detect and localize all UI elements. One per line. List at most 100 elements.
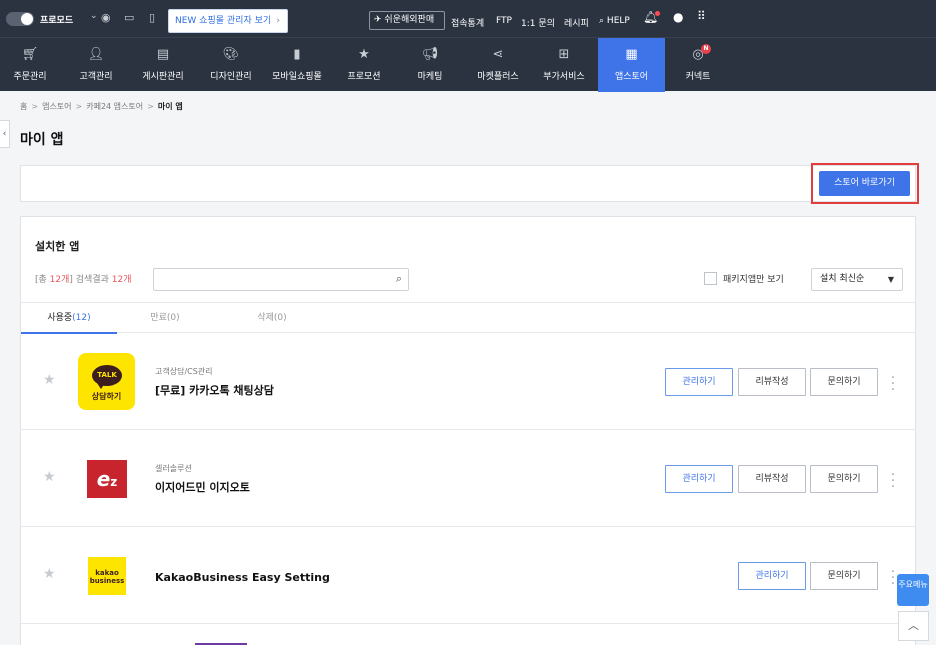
write-review-button[interactable]: 리뷰작성 [738,368,806,396]
share-icon: ⋖ [492,47,504,62]
app-name[interactable]: 이지어드민 이지오토 [155,479,250,495]
tab-count: (12) [72,313,91,323]
top-bar: 프로모드 ⌄ ◉ ▭ ▯ NEW 쇼핑몰 관리자 보기 › ✈ 쉬운해외판매 접… [0,0,936,37]
manage-button[interactable]: 관리하기 [665,368,733,396]
more-options-icon[interactable]: · · · [889,372,897,397]
sidebar-collapse-button[interactable]: ‹ [0,120,10,148]
link-stats[interactable]: 접속통계 [451,16,484,29]
tab-expired[interactable]: 만료(0) [117,303,213,334]
breadcrumb: 홈 > 앱스토어 > 카페24 앱스토어 > 마이 앱 [20,101,183,112]
megaphone-icon: 📢︎ [421,47,439,62]
package-only-checkbox[interactable] [704,272,717,285]
overseas-sales-label: 쉬운해외판매 [384,15,435,25]
nav-label: 모바일쇼핑몰 [272,72,322,82]
nav-item-board[interactable]: ▤ 게시판관리 [133,38,193,92]
desktop-icon[interactable]: ▭ [124,11,134,24]
manage-button[interactable]: 관리하기 [738,562,806,590]
mobile-icon[interactable]: ▯ [149,11,155,24]
sort-selected-value: 설치 최신순 [820,274,865,284]
apps-grid-icon: ▦ [625,47,638,62]
nav-label: 디자인관리 [210,72,252,82]
page-title: 마이 앱 [20,132,64,148]
nav-item-orders[interactable]: 🛒︎ 주문관리 [0,38,60,92]
more-options-icon[interactable]: · · · [889,469,897,494]
more-options-icon[interactable]: · · · [889,566,897,591]
nav-label: 주문관리 [13,72,47,82]
mode-label: 프로모드 [40,16,74,26]
logo-word: kakao [95,569,119,577]
sort-select[interactable]: 설치 최신순 ▼ [811,268,903,291]
star-icon[interactable]: ★ [43,566,56,582]
app-category: 고객상담/CS관리 [155,367,213,376]
breadcrumb-home[interactable]: 홈 [20,102,27,111]
chevron-right-icon: › [276,16,280,26]
nav-label: 커넥트 [685,72,711,82]
tab-label: 삭제 [257,313,274,323]
search-icon[interactable]: ⌕ [396,272,402,286]
chevron-down-icon[interactable]: ⌄ [90,11,98,21]
breadcrumb-cafe24-appstore[interactable]: 카페24 앱스토어 [86,102,143,111]
nav-item-addons[interactable]: ⊞ 부가서비스 [533,38,595,92]
store-shortcut-button[interactable]: 스토어 바로가기 [819,171,910,196]
breadcrumb-separator: > [147,102,154,111]
star-icon: ★ [358,47,370,62]
chevron-up-icon: ︿ [908,619,919,632]
nav-item-appstore[interactable]: ▦ 앱스토어 [598,38,665,92]
app-name[interactable]: KakaoBusiness Easy Setting [155,571,330,584]
star-icon[interactable]: ★ [43,372,56,388]
kakao-business-mark: kakao business [88,557,126,595]
search-input[interactable]: ⌕ [153,268,409,291]
pro-mode-toggle[interactable] [6,12,34,26]
plane-icon: ✈ [374,15,382,25]
count-prefix: [총 [35,275,50,285]
logo-letter: z [110,475,118,489]
talk-bubble-tail [97,383,105,389]
nav-label: 프로모션 [347,72,381,82]
nav-label: 고객관리 [79,72,113,82]
nav-item-mobile[interactable]: ▮ 모바일쇼핑몰 [266,38,328,92]
new-badge: N [701,44,711,54]
inquiry-button[interactable]: 문의하기 [810,368,878,396]
store-icon[interactable]: ◉ [101,11,111,24]
tab-label: 사용중 [47,313,73,323]
link-ftp[interactable]: FTP [496,16,512,26]
nav-item-marketing[interactable]: 📢︎ 마케팅 [400,38,460,92]
link-inquiry[interactable]: 1:1 문의 [521,16,555,29]
nav-item-promotion[interactable]: ★ 프로모션 [334,38,394,92]
search-result-count: 12개 [111,275,132,285]
app-row: ★ TALK 상담하기 고객상담/CS관리 [무료] 카카오톡 채팅상담 관리하… [21,333,915,430]
inquiry-button[interactable]: 문의하기 [810,465,878,493]
new-admin-button[interactable]: NEW 쇼핑몰 관리자 보기 › [168,9,288,33]
main-nav: 🛒︎ 주문관리 👤︎ 고객관리 ▤ 게시판관리 🎨︎ 디자인관리 ▮ 모바일쇼핑… [0,37,936,92]
link-recipe[interactable]: 레시피 [564,16,589,29]
tab-in-use[interactable]: 사용중(12) [21,303,117,334]
write-review-button[interactable]: 리뷰작성 [738,465,806,493]
overseas-sales-button[interactable]: ✈ 쉬운해외판매 [369,11,445,30]
star-icon[interactable]: ★ [43,469,56,485]
nav-item-marketplus[interactable]: ⋖ 마켓플러스 [467,38,529,92]
inquiry-button[interactable]: 문의하기 [810,562,878,590]
main-menu-button[interactable]: 주요메뉴 [897,574,929,606]
app-row: ★ kakao business KakaoBusiness Easy Setti… [21,527,915,624]
user-icon[interactable]: ● [673,10,683,24]
status-tabs: 사용중(12) 만료(0) 삭제(0) [21,302,915,334]
apps-grid-icon[interactable]: ⠿ [697,9,706,23]
manage-button[interactable]: 관리하기 [665,465,733,493]
mobile-icon: ▮ [293,47,301,62]
breadcrumb-appstore[interactable]: 앱스토어 [42,102,71,111]
nav-item-design[interactable]: 🎨︎ 디자인관리 [201,38,261,92]
tab-deleted[interactable]: 삭제(0) [224,303,320,334]
nav-label: 부가서비스 [543,72,585,82]
scroll-top-button[interactable]: ︿ [898,611,929,641]
nav-item-connect[interactable]: ◎ N 커넥트 [668,38,728,92]
cart-icon: 🛒︎ [21,47,39,62]
app-name[interactable]: [무료] 카카오톡 채팅상담 [155,382,274,398]
nav-item-customers[interactable]: 👤︎ 고객관리 [66,38,126,92]
palette-icon: 🎨︎ [222,47,240,62]
notification-dot [655,11,660,16]
user-icon: 👤︎ [87,47,105,62]
ez-logo-mark: ez [87,460,127,498]
app-category: 셀러솔루션 [155,464,192,473]
new-admin-label: NEW 쇼핑몰 관리자 보기 [175,16,272,26]
help-link[interactable]: ⌕ HELP [599,16,630,26]
